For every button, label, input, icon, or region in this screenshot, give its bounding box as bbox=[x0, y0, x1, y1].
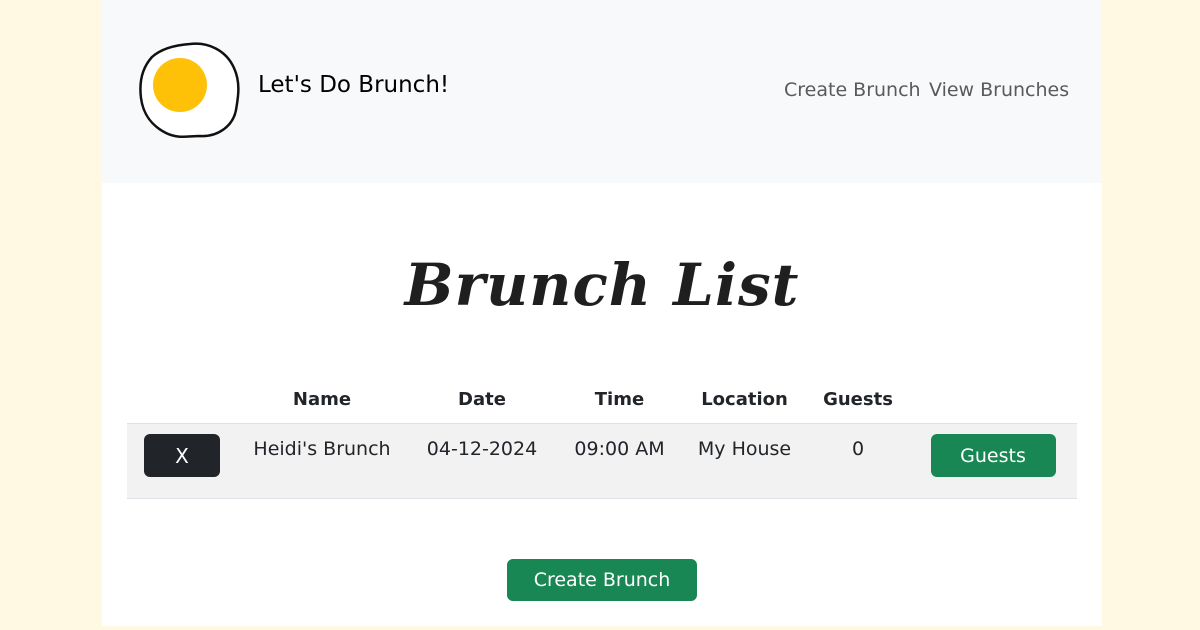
delete-brunch-button[interactable]: X bbox=[144, 434, 220, 477]
guests-button[interactable]: Guests bbox=[930, 434, 1056, 477]
table-cell-location: My House bbox=[682, 423, 807, 499]
table-cell-delete: X bbox=[127, 423, 237, 499]
fried-egg-icon[interactable] bbox=[138, 40, 242, 140]
table-cell-guests-action: Guests bbox=[909, 423, 1077, 499]
column-header-name: Name bbox=[237, 376, 407, 424]
column-header-guests: Guests bbox=[807, 376, 909, 424]
navbar: Let's Do Brunch! Create Brunch View Brun… bbox=[102, 0, 1102, 183]
page-title: Brunch List bbox=[404, 250, 800, 319]
table-cell-time: 09:00 AM bbox=[557, 423, 682, 499]
table-cell-guests: 0 bbox=[807, 423, 909, 499]
page-container: Let's Do Brunch! Create Brunch View Brun… bbox=[102, 0, 1102, 626]
brand-title[interactable]: Let's Do Brunch! bbox=[258, 72, 449, 98]
column-header-actions bbox=[127, 376, 237, 424]
column-header-time: Time bbox=[557, 376, 682, 424]
brunch-table-container: Name Date Time Location Guests X Heidi's… bbox=[127, 376, 1077, 499]
column-header-location: Location bbox=[682, 376, 807, 424]
table-row: X Heidi's Brunch 04-12-2024 09:00 AM My … bbox=[127, 423, 1077, 499]
column-header-date: Date bbox=[407, 376, 557, 424]
table-header: Name Date Time Location Guests bbox=[127, 376, 1077, 424]
brunch-table: Name Date Time Location Guests X Heidi's… bbox=[127, 376, 1077, 499]
nav-create-brunch-link[interactable]: Create Brunch bbox=[784, 79, 921, 101]
nav-view-brunches-link[interactable]: View Brunches bbox=[929, 79, 1069, 101]
table-cell-date: 04-12-2024 bbox=[407, 423, 557, 499]
column-header-guests-action bbox=[909, 376, 1077, 424]
create-brunch-button[interactable]: Create Brunch bbox=[507, 559, 697, 601]
table-cell-name: Heidi's Brunch bbox=[237, 423, 407, 499]
